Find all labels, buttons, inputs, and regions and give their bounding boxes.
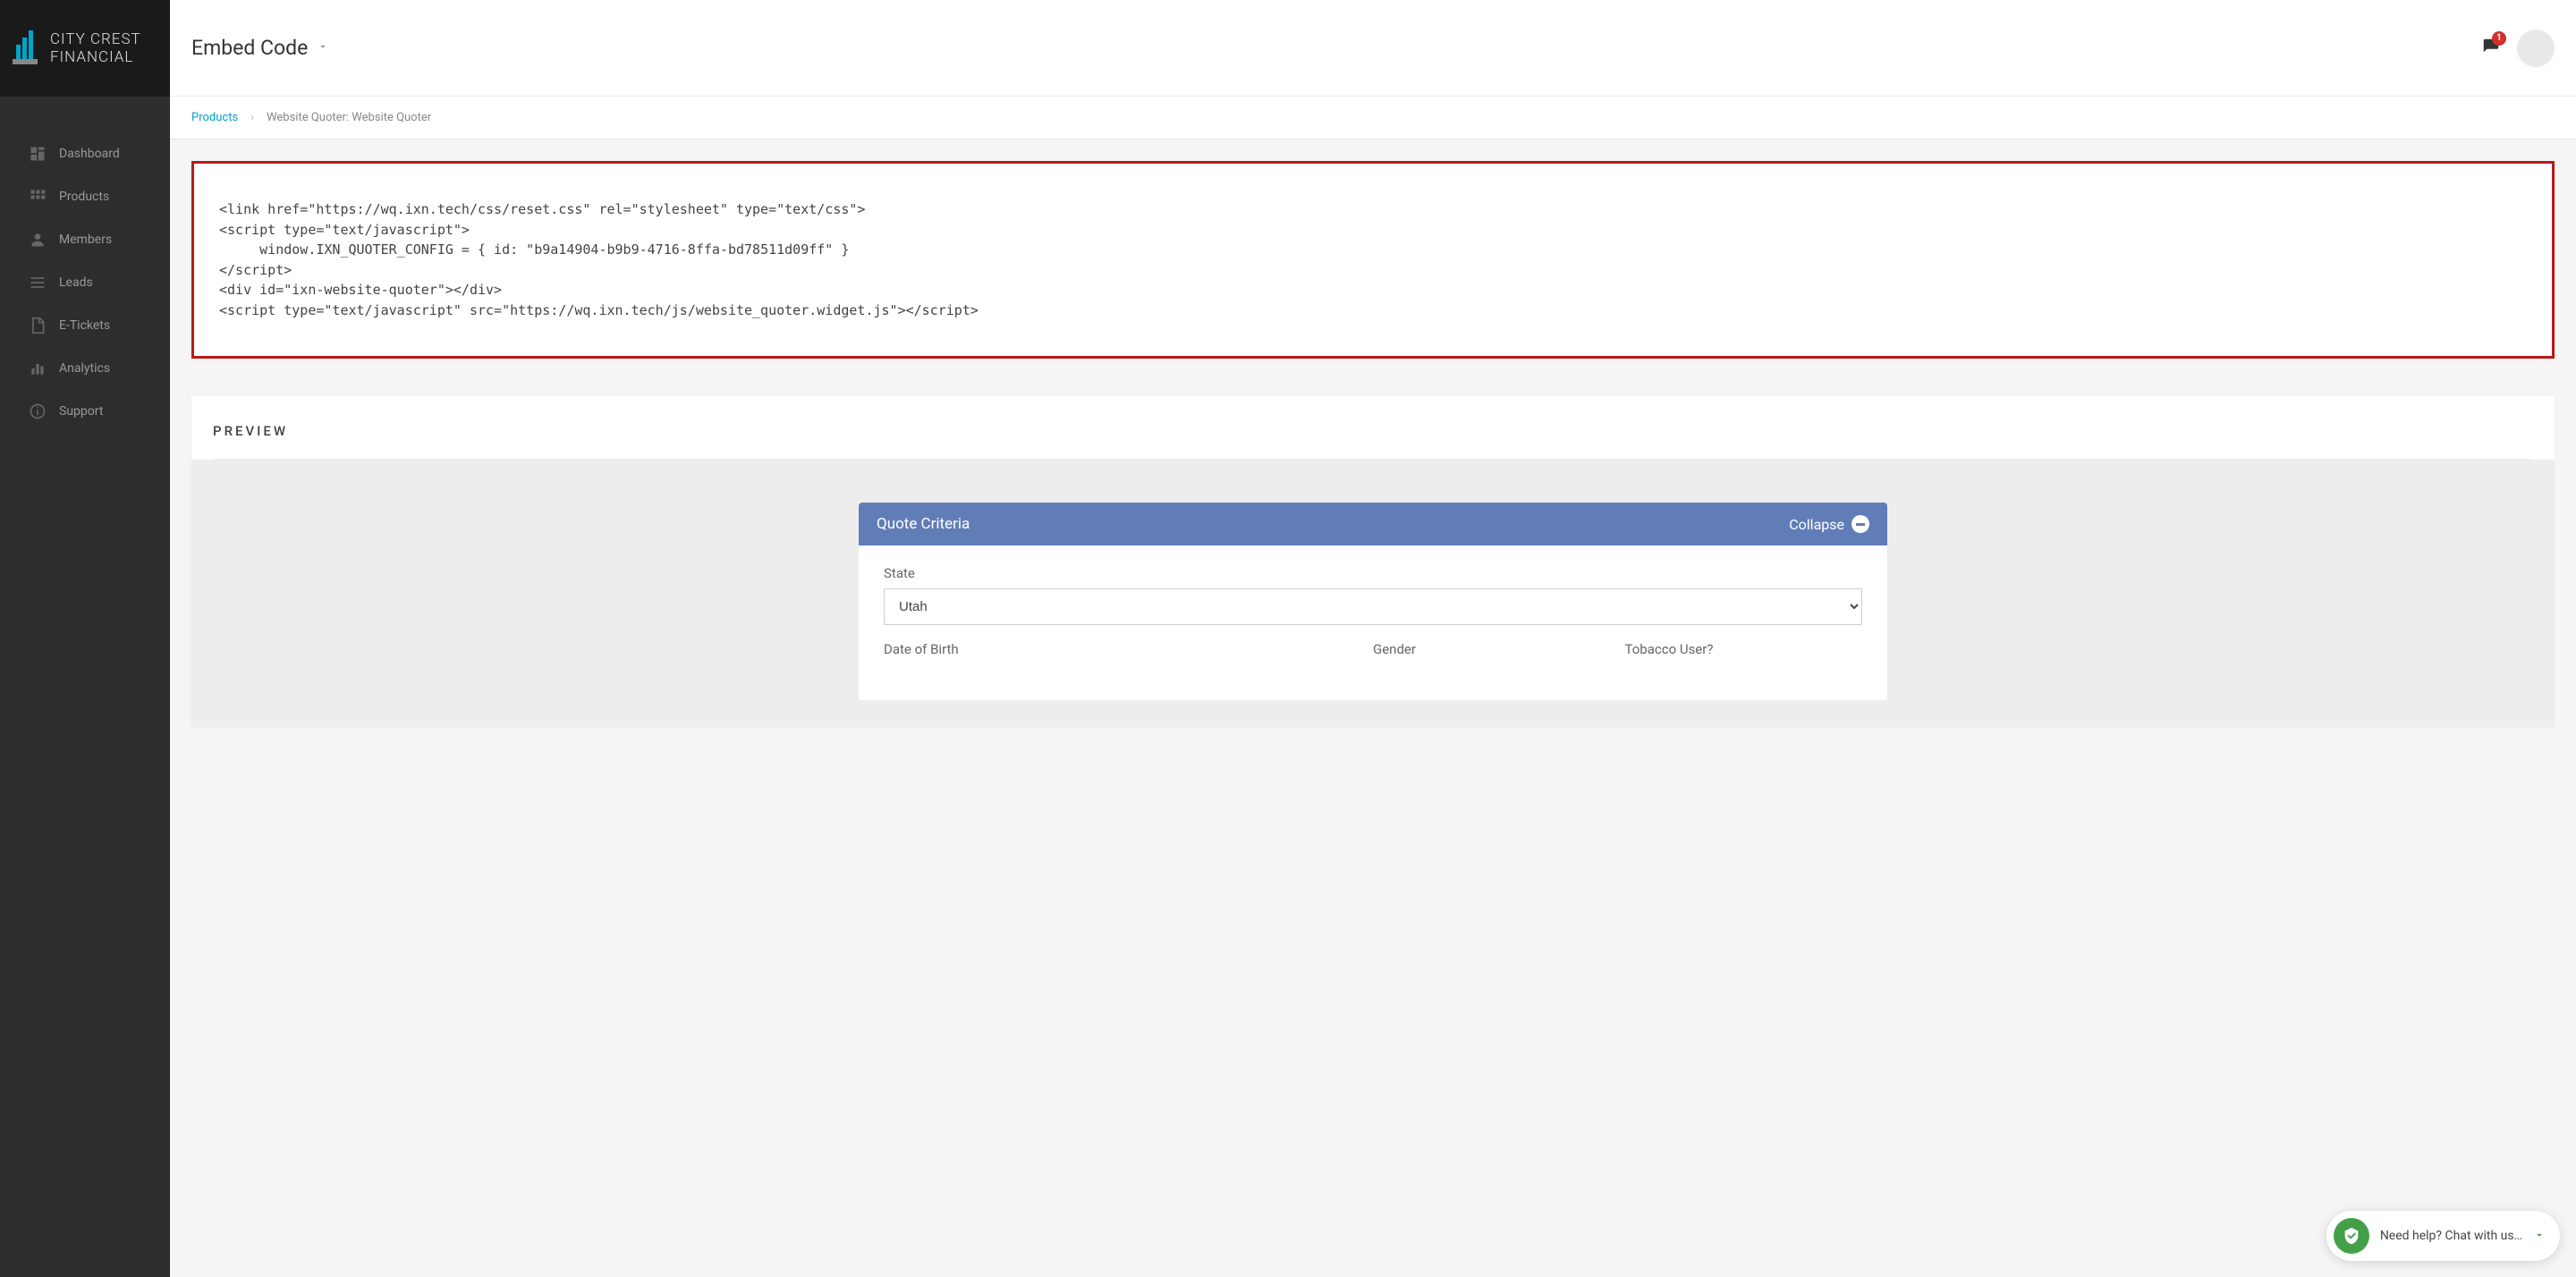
etickets-icon [29,317,47,334]
form-group-tobacco: Tobacco User? [1625,641,1863,664]
chevron-down-icon [2533,1228,2546,1245]
panel-header: Quote Criteria Collapse [859,503,1887,545]
panel-body: State Utah Date of Birth Gender [859,545,1887,700]
user-avatar[interactable] [2517,30,2555,67]
content-area: <link href="https://wq.ixn.tech/css/rese… [170,140,2576,1277]
breadcrumb-current: Website Quoter: Website Quoter [267,111,431,124]
quote-criteria-panel: Quote Criteria Collapse State Utah [859,503,1887,700]
brand-name: CITY CREST FINANCIAL [50,30,141,67]
sidebar-item-label: Leads [59,275,93,290]
topbar: Embed Code 1 [170,0,2576,97]
notification-button[interactable]: 1 [2481,37,2501,60]
embed-code-text: <link href="https://wq.ixn.tech/css/rese… [219,199,2527,320]
sidebar-item-etickets[interactable]: E-Tickets [0,304,170,347]
support-icon [29,402,47,420]
chevron-right-icon: › [250,111,254,124]
dashboard-icon [29,145,47,163]
sidebar-item-analytics[interactable]: Analytics [0,347,170,390]
preview-body: Quote Criteria Collapse State Utah [191,460,2555,727]
collapse-button[interactable]: Collapse [1789,515,1869,533]
form-group-gender: Gender [1373,641,1611,664]
page-title: Embed Code [191,36,308,60]
state-label: State [884,565,1862,581]
brand-logo[interactable]: CITY CREST FINANCIAL [0,0,170,97]
sidebar-item-label: Support [59,404,103,419]
analytics-icon [29,359,47,377]
sidebar-item-leads[interactable]: Leads [0,261,170,304]
sidebar-item-label: Products [59,190,109,204]
page-title-dropdown[interactable]: Embed Code [191,36,329,60]
breadcrumb-root[interactable]: Products [191,111,238,124]
sidebar-item-label: E-Tickets [59,318,110,333]
sidebar-item-products[interactable]: Products [0,175,170,218]
products-icon [29,188,47,206]
chat-widget[interactable]: Need help? Chat with us… [2326,1211,2560,1261]
chevron-down-icon [317,39,329,56]
sidebar: CITY CREST FINANCIAL Dashboard Products … [0,0,170,1277]
main-content: Embed Code 1 Products › Website Quoter: … [170,0,2576,1277]
collapse-label: Collapse [1789,516,1844,533]
state-select[interactable]: Utah [884,588,1862,625]
chat-text: Need help? Chat with us… [2380,1229,2522,1243]
members-icon [29,231,47,249]
sidebar-item-label: Members [59,233,112,247]
sidebar-item-members[interactable]: Members [0,218,170,261]
dob-label: Date of Birth [884,641,1359,657]
sidebar-nav: Dashboard Products Members Leads E-Ticke… [0,97,170,433]
brand-icon [13,30,41,66]
tobacco-label: Tobacco User? [1625,641,1863,657]
notification-badge: 1 [2492,31,2506,46]
form-group-state: State Utah [884,565,1862,625]
sidebar-item-support[interactable]: Support [0,390,170,433]
sidebar-item-dashboard[interactable]: Dashboard [0,132,170,175]
embed-code-box[interactable]: <link href="https://wq.ixn.tech/css/rese… [191,161,2555,359]
leads-icon [29,274,47,292]
gender-label: Gender [1373,641,1611,657]
form-group-dob: Date of Birth [884,641,1359,664]
preview-card: PREVIEW Quote Criteria Collapse S [191,396,2555,727]
sidebar-item-label: Dashboard [59,147,120,161]
breadcrumb: Products › Website Quoter: Website Quote… [170,97,2576,140]
preview-section-title: PREVIEW [213,423,2533,460]
sidebar-item-label: Analytics [59,361,110,376]
minus-circle-icon [1852,515,1869,533]
panel-title: Quote Criteria [877,515,970,533]
chat-icon [2334,1218,2369,1254]
